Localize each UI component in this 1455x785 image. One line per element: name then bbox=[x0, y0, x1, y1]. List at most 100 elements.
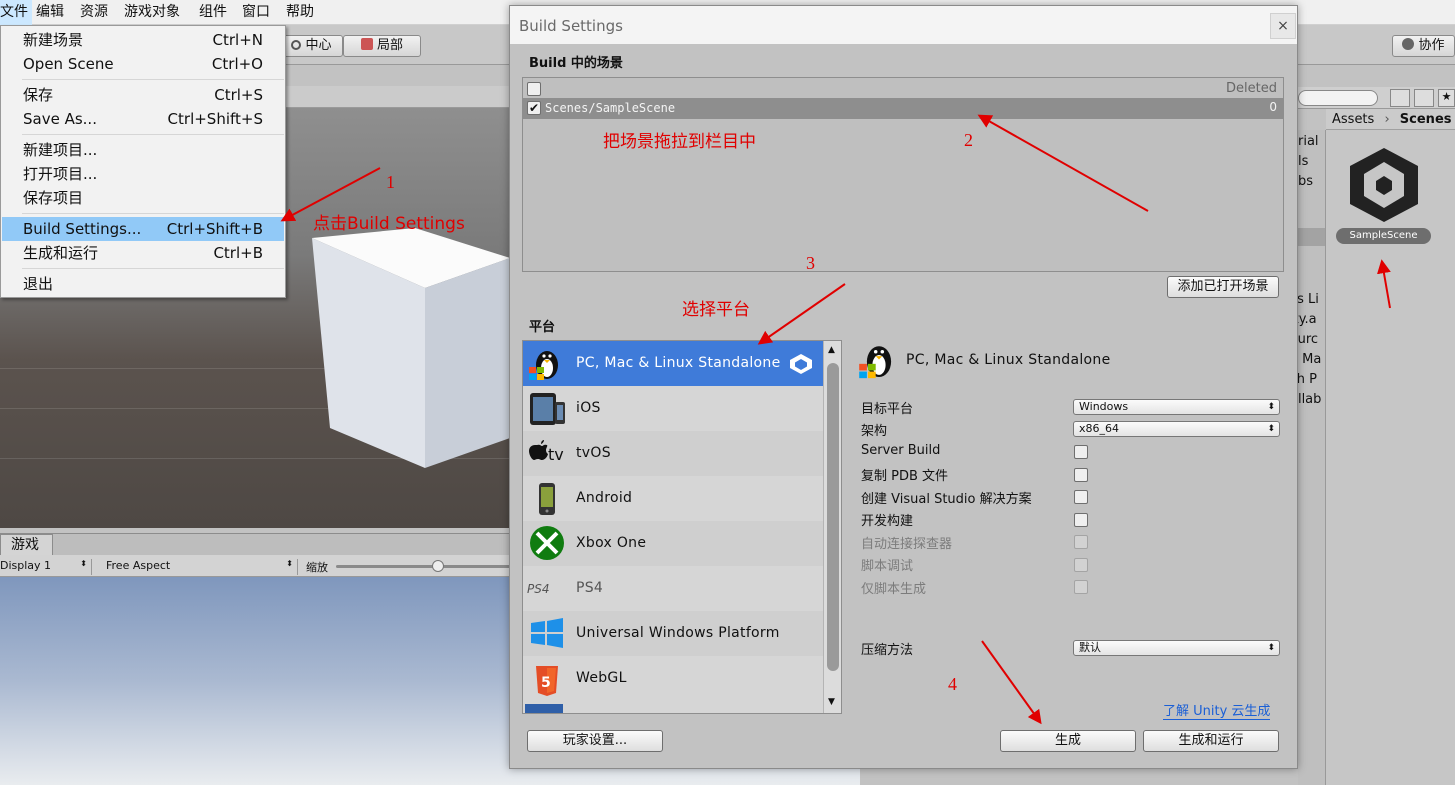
target-platform-dropdown[interactable]: Windows ⬍ bbox=[1073, 399, 1280, 415]
development-build-checkbox[interactable] bbox=[1074, 513, 1088, 527]
scene-row[interactable]: ✔ Scenes/SampleScene 0 bbox=[523, 98, 1283, 119]
aspect-dropdown[interactable]: Free Aspect ⬍ bbox=[100, 559, 298, 575]
cloud-build-link[interactable]: 了解 Unity 云生成 bbox=[1163, 700, 1271, 720]
tvos-icon: tv bbox=[529, 440, 564, 464]
platform-item-tvos[interactable]: tv tvOS bbox=[523, 431, 823, 476]
menu-item-shortcut: Ctrl+S bbox=[214, 86, 263, 104]
pivot-center-button[interactable]: 中心 bbox=[280, 35, 343, 57]
menu-item-build-settings[interactable]: Build Settings... Ctrl+Shift+B bbox=[2, 217, 284, 241]
pivot-center-label: 中心 bbox=[305, 38, 332, 53]
menu-item-label: 新建场景 bbox=[23, 31, 84, 49]
build-and-run-button[interactable]: 生成和运行 bbox=[1143, 730, 1279, 752]
menu-window[interactable]: 窗口 bbox=[238, 0, 274, 25]
annotation-number-4: 4 bbox=[948, 674, 957, 694]
menu-component[interactable]: 组件 bbox=[195, 0, 231, 25]
scale-slider[interactable] bbox=[336, 565, 510, 568]
updown-icon: ⬍ bbox=[286, 559, 293, 568]
updown-icon: ⬍ bbox=[1267, 402, 1275, 412]
tab-game[interactable]: 游戏 bbox=[0, 534, 53, 556]
script-debugging-checkbox bbox=[1074, 558, 1088, 572]
menu-help[interactable]: 帮助 bbox=[282, 0, 318, 25]
asset-label[interactable]: SampleScene bbox=[1336, 228, 1431, 244]
menu-item-shortcut: Ctrl+N bbox=[212, 31, 263, 49]
target-platform-value: Windows bbox=[1079, 400, 1129, 413]
scroll-down-icon[interactable]: ▼ bbox=[828, 697, 835, 707]
filter-type-icon[interactable] bbox=[1390, 89, 1410, 107]
star-icon[interactable]: ★ bbox=[1438, 89, 1455, 107]
menu-item-new-project[interactable]: 新建项目... bbox=[2, 138, 284, 162]
menu-item-label: 打开项目... bbox=[23, 165, 98, 183]
collab-label: 协作 bbox=[1418, 38, 1445, 53]
pc-mac-linux-icon bbox=[529, 351, 558, 380]
compression-label: 压缩方法 bbox=[861, 643, 914, 658]
collab-button[interactable]: 协作 bbox=[1392, 35, 1455, 57]
menu-item-build-and-run[interactable]: 生成和运行 Ctrl+B bbox=[2, 241, 284, 265]
pivot-local-button[interactable]: 局部 bbox=[343, 35, 421, 57]
platform-item-standalone[interactable]: PC, Mac & Linux Standalone bbox=[523, 341, 823, 386]
project-search-input[interactable] bbox=[1298, 90, 1378, 106]
architecture-dropdown[interactable]: x86_64 ⬍ bbox=[1073, 421, 1280, 437]
platform-item-xbox-one[interactable]: Xbox One bbox=[523, 521, 823, 566]
menu-item-label: Open Scene bbox=[23, 55, 114, 73]
add-open-scenes-button[interactable]: 添加已打开场景 bbox=[1167, 276, 1279, 298]
compression-dropdown[interactable]: 默认 ⬍ bbox=[1073, 640, 1280, 656]
scale-slider-thumb[interactable] bbox=[432, 560, 444, 572]
svg-text:tv: tv bbox=[548, 445, 564, 464]
scene-path: Scenes/SampleScene bbox=[545, 101, 676, 115]
menu-assets[interactable]: 资源 bbox=[76, 0, 112, 25]
breadcrumb-scenes[interactable]: Scenes bbox=[1400, 112, 1452, 127]
menu-item-save-project[interactable]: 保存项目 bbox=[2, 186, 284, 210]
android-icon bbox=[539, 483, 555, 515]
platform-name: WebGL bbox=[576, 670, 627, 686]
menu-gameobject[interactable]: 游戏对象 bbox=[120, 0, 184, 25]
menu-item-new-scene[interactable]: 新建场景 Ctrl+N bbox=[2, 28, 284, 52]
dialog-title-bar[interactable]: Build Settings × bbox=[510, 6, 1297, 44]
script-debugging-label: 脚本调试 bbox=[861, 559, 914, 574]
label-icon[interactable] bbox=[1414, 89, 1434, 107]
menu-separator bbox=[22, 268, 284, 269]
platform-name: Xbox One bbox=[576, 535, 647, 551]
platform-item-uwp[interactable]: Universal Windows Platform bbox=[523, 611, 823, 656]
scene-index: 0 bbox=[1269, 100, 1277, 114]
menu-item-label: 生成和运行 bbox=[23, 244, 99, 262]
platform-item-ps4[interactable]: PS4 PS4 bbox=[523, 566, 823, 611]
scenes-list[interactable]: Deleted ✔ Scenes/SampleScene 0 bbox=[522, 77, 1284, 272]
platform-list[interactable]: PC, Mac & Linux Standalone iOS tv tvOS A… bbox=[522, 340, 842, 714]
unity-scene-icon[interactable] bbox=[1346, 146, 1422, 224]
platform-item-ios[interactable]: iOS bbox=[523, 386, 823, 431]
menu-item-open-scene[interactable]: Open Scene Ctrl+O bbox=[2, 52, 284, 76]
menu-item-save-as[interactable]: Save As... Ctrl+Shift+S bbox=[2, 107, 284, 131]
scene-checkbox[interactable]: ✔ bbox=[527, 101, 541, 115]
compression-value: 默认 bbox=[1079, 641, 1101, 654]
pivot-local-label: 局部 bbox=[376, 38, 403, 53]
platform-name: tvOS bbox=[576, 445, 611, 461]
server-build-checkbox[interactable] bbox=[1074, 445, 1088, 459]
architecture-value: x86_64 bbox=[1079, 422, 1120, 435]
select-all-checkbox[interactable] bbox=[527, 82, 541, 96]
cube-object[interactable] bbox=[300, 228, 510, 468]
menu-file[interactable]: 文件 bbox=[0, 0, 32, 25]
breadcrumb-assets[interactable]: Assets bbox=[1332, 112, 1374, 127]
vs-solution-checkbox[interactable] bbox=[1074, 490, 1088, 504]
display-dropdown[interactable]: Display 1 ⬍ bbox=[0, 559, 92, 575]
player-settings-button[interactable]: 玩家设置... bbox=[527, 730, 663, 752]
chevron-right-icon: › bbox=[1384, 112, 1390, 127]
build-settings-dialog: Build Settings × Build 中的场景 Deleted ✔ Sc… bbox=[509, 5, 1298, 769]
scrollbar-thumb[interactable] bbox=[827, 363, 839, 671]
annotation-number-1: 1 bbox=[386, 172, 395, 192]
platform-scrollbar[interactable]: ▲ ▼ bbox=[823, 341, 841, 713]
menu-item-open-project[interactable]: 打开项目... bbox=[2, 162, 284, 186]
menu-item-label: 保存项目 bbox=[23, 189, 84, 207]
copy-pdb-checkbox[interactable] bbox=[1074, 468, 1088, 482]
scroll-up-icon[interactable]: ▲ bbox=[828, 345, 835, 355]
menu-edit[interactable]: 编辑 bbox=[32, 0, 68, 25]
menu-separator bbox=[22, 134, 284, 135]
close-button[interactable]: × bbox=[1270, 13, 1296, 39]
menu-item-save[interactable]: 保存 Ctrl+S bbox=[2, 83, 284, 107]
updown-icon: ⬍ bbox=[1267, 424, 1275, 434]
build-button[interactable]: 生成 bbox=[1000, 730, 1136, 752]
platform-item-webgl[interactable]: 5 WebGL bbox=[523, 656, 823, 701]
platform-item-android[interactable]: Android bbox=[523, 476, 823, 521]
game-tab-row bbox=[0, 533, 510, 555]
menu-item-exit[interactable]: 退出 bbox=[2, 272, 284, 296]
